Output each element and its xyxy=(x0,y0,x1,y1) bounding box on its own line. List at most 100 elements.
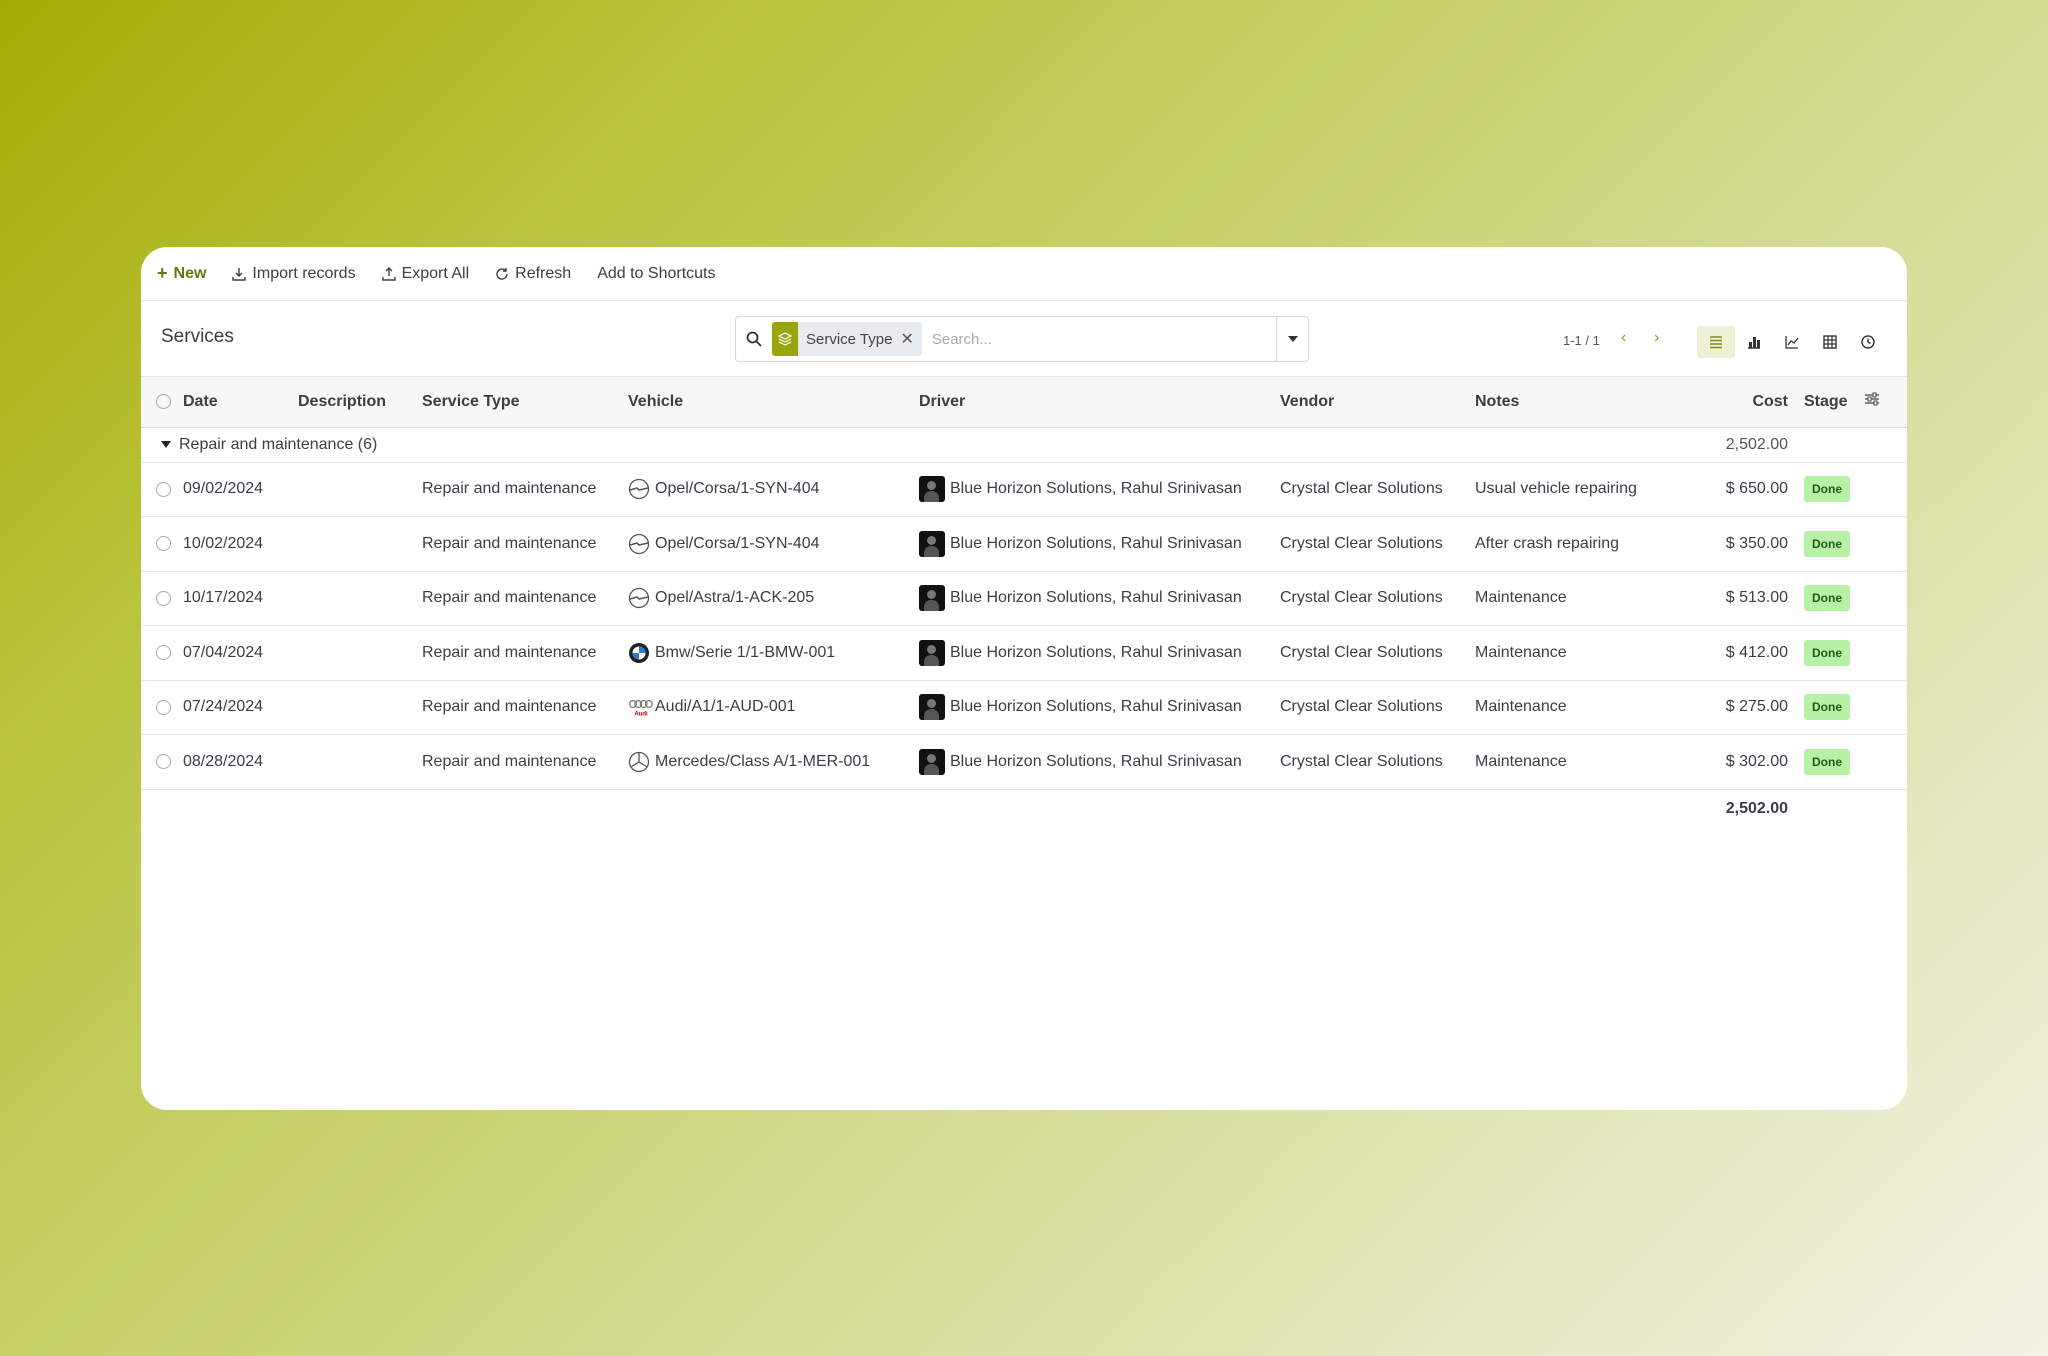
list-view-button[interactable] xyxy=(1697,326,1735,358)
new-button-label: New xyxy=(173,264,207,282)
row-checkbox[interactable] xyxy=(141,734,183,790)
plus-icon: + xyxy=(157,263,168,283)
row-stage: Done xyxy=(1794,625,1864,681)
optional-columns-toggle[interactable] xyxy=(1864,377,1907,428)
status-badge: Done xyxy=(1804,639,1850,666)
activity-view-button[interactable] xyxy=(1849,326,1887,358)
row-vendor: Crystal Clear Solutions xyxy=(1280,462,1475,517)
row-description xyxy=(298,625,422,681)
refresh-label: Refresh xyxy=(515,264,572,282)
row-driver: Blue Horizon Solutions, Rahul Srinivasan xyxy=(919,734,1280,790)
row-service-type: Repair and maintenance xyxy=(422,516,628,572)
group-row[interactable]: Repair and maintenance (6) 2,502.00 xyxy=(141,427,1907,463)
row-stage: Done xyxy=(1794,571,1864,626)
group-by-layers-icon xyxy=(772,322,798,356)
select-all-checkbox[interactable] xyxy=(141,377,183,428)
line-chart-view-button[interactable] xyxy=(1773,326,1811,358)
table-row[interactable]: 10/02/2024 Repair and maintenance Opel/C… xyxy=(141,516,1907,572)
refresh-button[interactable]: Refresh xyxy=(495,265,571,283)
column-description[interactable]: Description xyxy=(298,377,422,428)
row-stage: Done xyxy=(1794,680,1864,735)
row-notes: Maintenance xyxy=(1475,625,1665,681)
table-grid-icon xyxy=(1823,335,1837,349)
action-toolbar: + New Import records Export All Refresh … xyxy=(141,247,1907,301)
row-date: 09/02/2024 xyxy=(183,462,298,517)
sliders-icon xyxy=(1865,392,1879,406)
row-checkbox[interactable] xyxy=(141,625,183,681)
next-page-button[interactable]: › xyxy=(1654,329,1659,347)
row-driver: Blue Horizon Solutions, Rahul Srinivasan xyxy=(919,462,1280,517)
column-stage[interactable]: Stage xyxy=(1794,377,1864,428)
row-vendor: Crystal Clear Solutions xyxy=(1280,625,1475,681)
row-driver: Blue Horizon Solutions, Rahul Srinivasan xyxy=(919,571,1280,626)
row-date: 08/28/2024 xyxy=(183,734,298,790)
search-icon xyxy=(736,331,772,347)
graph-view-button[interactable] xyxy=(1735,326,1773,358)
car-brand-logo-icon xyxy=(628,751,650,773)
avatar xyxy=(919,748,945,775)
status-badge: Done xyxy=(1804,694,1850,721)
row-checkbox[interactable] xyxy=(141,680,183,735)
add-to-shortcuts-button[interactable]: Add to Shortcuts xyxy=(597,265,715,283)
car-brand-logo-icon: Audi xyxy=(628,696,653,718)
row-description xyxy=(298,734,422,790)
clock-icon xyxy=(1861,335,1875,349)
table-row[interactable]: 09/02/2024 Repair and maintenance Opel/C… xyxy=(141,462,1907,517)
row-cost: $ 302.00 xyxy=(1665,734,1794,790)
facet-label: Service Type xyxy=(806,330,893,348)
table-row[interactable]: 07/04/2024 Repair and maintenance Bmw/Se… xyxy=(141,625,1907,681)
refresh-icon xyxy=(496,267,508,280)
row-driver: Blue Horizon Solutions, Rahul Srinivasan xyxy=(919,680,1280,735)
column-cost[interactable]: Cost xyxy=(1665,377,1794,428)
row-driver: Blue Horizon Solutions, Rahul Srinivasan xyxy=(919,516,1280,572)
row-checkbox[interactable] xyxy=(141,516,183,572)
import-records-button[interactable]: Import records xyxy=(232,264,356,283)
row-stage: Done xyxy=(1794,516,1864,572)
avatar xyxy=(919,530,945,557)
avatar xyxy=(919,639,945,666)
table-row[interactable]: 07/24/2024 Repair and maintenance Audi Au… xyxy=(141,680,1907,735)
row-description xyxy=(298,571,422,626)
import-records-label: Import records xyxy=(252,264,356,282)
column-driver[interactable]: Driver xyxy=(919,377,1280,428)
view-switcher xyxy=(1697,326,1887,358)
pager-value[interactable]: 1-1 / 1 xyxy=(1563,333,1600,348)
column-vehicle[interactable]: Vehicle xyxy=(628,377,919,428)
row-checkbox[interactable] xyxy=(141,462,183,517)
row-vendor: Crystal Clear Solutions xyxy=(1280,734,1475,790)
pivot-view-button[interactable] xyxy=(1811,326,1849,358)
row-notes: After crash repairing xyxy=(1475,516,1665,572)
row-vendor: Crystal Clear Solutions xyxy=(1280,571,1475,626)
row-service-type: Repair and maintenance xyxy=(422,734,628,790)
row-checkbox[interactable] xyxy=(141,571,183,626)
new-button[interactable]: + New xyxy=(157,263,206,284)
export-all-button[interactable]: Export All xyxy=(381,265,469,283)
table-row[interactable]: 08/28/2024 Repair and maintenance Merced… xyxy=(141,734,1907,790)
row-service-type: Repair and maintenance xyxy=(422,462,628,517)
column-date[interactable]: Date xyxy=(183,377,298,428)
row-vehicle: Opel/Corsa/1-SYN-404 xyxy=(628,516,919,572)
row-date: 07/04/2024 xyxy=(183,625,298,681)
control-panel: Services Service Type ✕ 1-1 / 1 ‹ › xyxy=(141,301,1907,377)
row-vehicle: Bmw/Serie 1/1-BMW-001 xyxy=(628,625,919,681)
column-service-type[interactable]: Service Type xyxy=(422,377,628,428)
status-badge: Done xyxy=(1804,748,1850,775)
car-brand-logo-icon xyxy=(628,533,650,555)
table-row[interactable]: 10/17/2024 Repair and maintenance Opel/A… xyxy=(141,571,1907,626)
row-driver: Blue Horizon Solutions, Rahul Srinivasan xyxy=(919,625,1280,681)
previous-page-button[interactable]: ‹ xyxy=(1621,329,1626,347)
column-notes[interactable]: Notes xyxy=(1475,377,1665,428)
row-vendor: Crystal Clear Solutions xyxy=(1280,516,1475,572)
aggregate-footer-row: 2,502.00 xyxy=(141,789,1907,829)
status-badge: Done xyxy=(1804,530,1850,557)
column-vendor[interactable]: Vendor xyxy=(1280,377,1475,428)
list-view-icon xyxy=(1710,336,1722,349)
search-options-toggle[interactable] xyxy=(1276,317,1308,361)
search-input[interactable] xyxy=(921,330,1276,348)
row-cost: $ 513.00 xyxy=(1665,571,1794,626)
caret-down-icon xyxy=(1287,336,1298,342)
search-facet: Service Type ✕ xyxy=(772,322,922,356)
row-vehicle: Mercedes/Class A/1-MER-001 xyxy=(628,734,919,790)
row-description xyxy=(298,462,422,517)
remove-facet-icon[interactable]: ✕ xyxy=(900,329,921,349)
